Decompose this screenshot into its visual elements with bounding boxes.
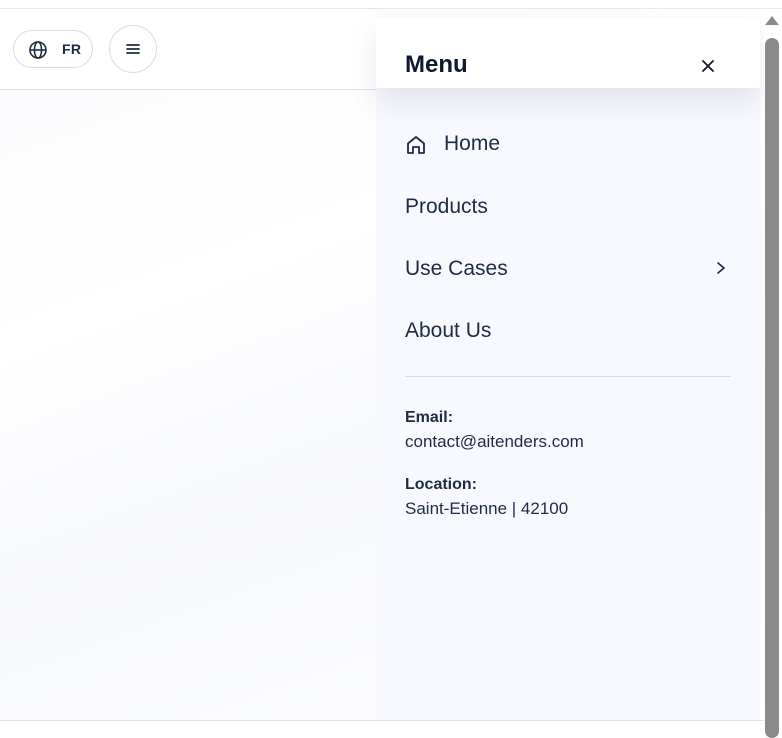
email-label: Email: xyxy=(405,409,454,426)
hamburger-icon xyxy=(126,44,140,54)
language-label: FR xyxy=(62,41,82,57)
menu-drawer: Menu Home Products Use Cases About Us Em… xyxy=(376,18,760,720)
menu-toggle-button[interactable] xyxy=(109,25,157,73)
email-value[interactable]: contact@aitenders.com xyxy=(405,432,584,452)
drawer-divider xyxy=(405,376,731,377)
scroll-up-arrow-icon[interactable] xyxy=(765,16,779,25)
nav-item-home[interactable]: Home xyxy=(405,124,731,164)
close-icon xyxy=(702,60,714,72)
close-button[interactable] xyxy=(694,52,722,80)
drawer-header: Menu xyxy=(376,18,760,88)
location-label: Location: xyxy=(405,476,477,493)
chevron-right-icon xyxy=(717,262,725,274)
bottom-divider xyxy=(0,720,764,721)
globe-icon xyxy=(28,40,48,60)
nav-item-label: Home xyxy=(444,132,501,155)
site-header: FR xyxy=(0,9,376,90)
language-switcher-button[interactable]: FR xyxy=(13,30,93,68)
nav-item-label: About Us xyxy=(405,319,492,342)
scrollbar-thumb[interactable] xyxy=(765,38,779,738)
drawer-title: Menu xyxy=(405,51,468,78)
location-value: Saint-Etienne | 42100 xyxy=(405,499,569,518)
nav-item-about-us[interactable]: About Us xyxy=(405,311,731,351)
nav-item-label: Use Cases xyxy=(405,257,508,280)
nav-item-products[interactable]: Products xyxy=(405,187,731,227)
nav-item-label: Products xyxy=(405,195,488,218)
home-icon xyxy=(407,136,425,154)
nav-item-use-cases[interactable]: Use Cases xyxy=(405,249,731,289)
